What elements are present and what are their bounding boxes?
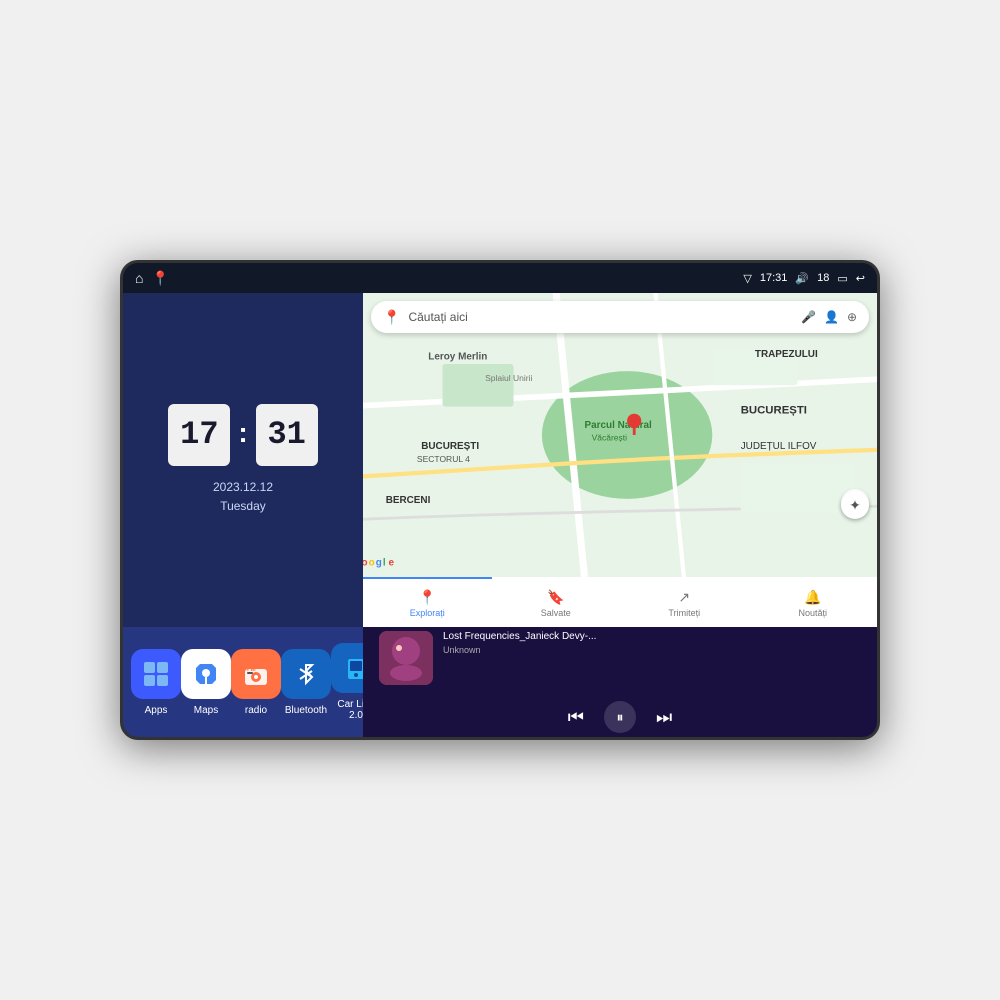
main-content: 17 : 31 2023.12.12 Tuesday 📍 Căutați aic…: [123, 293, 877, 627]
svg-text:TRAPEZULUI: TRAPEZULUI: [755, 349, 818, 360]
svg-text:BUCUREȘTI: BUCUREȘTI: [421, 441, 479, 452]
clock-minutes: 31: [256, 404, 318, 466]
apps-label: Apps: [145, 705, 168, 716]
app-item-radio[interactable]: FM radio: [231, 649, 281, 716]
svg-text:o: o: [369, 558, 375, 569]
svg-text:Leroy Merlin: Leroy Merlin: [428, 352, 487, 363]
map-nav-explore[interactable]: 📍 Explorați: [363, 577, 492, 627]
bluetooth-label: Bluetooth: [285, 705, 327, 716]
music-title: Lost Frequencies_Janieck Devy-...: [443, 631, 861, 642]
map-container[interactable]: 📍 Căutați aici 🎤 👤 ⊕: [363, 293, 877, 577]
battery-level: 18: [817, 272, 829, 284]
device-frame: ⌂ 📍 ▽ 17:31 🔊 18 ▭ ↩ 17 : 31: [120, 260, 880, 740]
prev-button[interactable]: ⏮: [562, 705, 590, 730]
clock-colon: :: [238, 417, 247, 449]
svg-text:g: g: [376, 558, 382, 569]
music-content: Lost Frequencies_Janieck Devy-... Unknow…: [379, 631, 861, 733]
svg-text:JUDEȚUL ILFOV: JUDEȚUL ILFOV: [741, 441, 817, 452]
svg-text:e: e: [389, 558, 395, 569]
svg-text:FM: FM: [247, 667, 256, 673]
map-nav-saved[interactable]: 🔖 Salvate: [492, 577, 621, 627]
svg-text:l: l: [383, 558, 386, 569]
volume-icon: 🔊: [795, 272, 809, 285]
clock-panel: 17 : 31 2023.12.12 Tuesday: [123, 293, 363, 627]
map-nav-send[interactable]: ↗ Trimiteți: [620, 577, 749, 627]
svg-text:BERCENI: BERCENI: [386, 495, 431, 506]
screen: ⌂ 📍 ▽ 17:31 🔊 18 ▭ ↩ 17 : 31: [123, 263, 877, 737]
map-visual: Leroy Merlin Parcul Natural Văcărești BU…: [363, 293, 877, 577]
home-icon[interactable]: ⌂: [135, 270, 143, 286]
clock-widget: 17 : 31: [168, 404, 317, 466]
date-info: 2023.12.12 Tuesday: [213, 478, 273, 516]
explore-label: Explorați: [410, 608, 445, 618]
send-label: Trimiteți: [668, 608, 700, 618]
time-display: 17:31: [760, 272, 788, 284]
bluetooth-icon: [281, 649, 331, 699]
saved-label: Salvate: [541, 608, 571, 618]
send-icon: ↗: [678, 589, 690, 606]
next-button[interactable]: ⏭: [650, 705, 678, 730]
app-item-apps[interactable]: Apps: [131, 649, 181, 716]
clock-hours: 17: [168, 404, 230, 466]
saved-icon: 🔖: [547, 589, 564, 606]
battery-icon: ▭: [837, 272, 847, 285]
maps-label: Maps: [194, 705, 218, 716]
apps-row: Apps Maps: [123, 627, 877, 737]
maps-nav-icon[interactable]: 📍: [151, 270, 168, 287]
status-right: ▽ 17:31 🔊 18 ▭ ↩: [743, 272, 865, 285]
music-info: Lost Frequencies_Janieck Devy-... Unknow…: [443, 631, 861, 685]
radio-icon: FM: [231, 649, 281, 699]
signal-icon: ▽: [743, 272, 751, 285]
status-left: ⌂ 📍: [135, 270, 169, 287]
app-item-maps[interactable]: Maps: [181, 649, 231, 716]
news-label: Noutăți: [798, 608, 827, 618]
app-item-bluetooth[interactable]: Bluetooth: [281, 649, 331, 716]
apps-icon: [131, 649, 181, 699]
map-voice-icon[interactable]: 🎤: [801, 310, 816, 324]
music-player: Lost Frequencies_Janieck Devy-... Unknow…: [363, 627, 877, 737]
map-pin-icon: 📍: [383, 309, 400, 326]
map-search-text[interactable]: Căutați aici: [408, 310, 793, 324]
map-search-bar[interactable]: 📍 Căutați aici 🎤 👤 ⊕: [371, 301, 869, 333]
map-panel: 📍 Căutați aici 🎤 👤 ⊕: [363, 293, 877, 627]
compass-button[interactable]: ✦: [841, 491, 869, 519]
radio-label: radio: [245, 705, 267, 716]
music-top: Lost Frequencies_Janieck Devy-... Unknow…: [379, 631, 861, 685]
svg-text:Parcul Natural: Parcul Natural: [585, 420, 653, 431]
clock-date: 2023.12.12: [213, 478, 273, 497]
music-album-art: [379, 631, 433, 685]
map-nav-news[interactable]: 🔔 Noutăți: [749, 577, 878, 627]
news-icon: 🔔: [804, 589, 821, 606]
svg-text:BUCUREȘTI: BUCUREȘTI: [741, 405, 807, 417]
svg-text:o: o: [363, 558, 368, 569]
svg-text:Văcărești: Văcărești: [592, 433, 628, 443]
svg-text:SECTORUL 4: SECTORUL 4: [417, 454, 470, 464]
music-controls: ⏮ ⏸ ⏭: [379, 701, 861, 733]
back-icon[interactable]: ↩: [856, 272, 865, 285]
map-layers-icon[interactable]: ⊕: [847, 310, 857, 324]
apps-left: Apps Maps: [123, 643, 363, 721]
music-artist: Unknown: [443, 645, 861, 655]
explore-icon: 📍: [419, 589, 436, 606]
map-bottom-nav: 📍 Explorați 🔖 Salvate ↗ Trimiteți 🔔 Nout…: [363, 577, 877, 627]
play-pause-button[interactable]: ⏸: [604, 701, 636, 733]
maps-app-icon: [181, 649, 231, 699]
clock-day: Tuesday: [213, 497, 273, 516]
map-account-icon[interactable]: 👤: [824, 310, 839, 324]
svg-text:Splaiul Unirii: Splaiul Unirii: [485, 373, 532, 383]
status-bar: ⌂ 📍 ▽ 17:31 🔊 18 ▭ ↩: [123, 263, 877, 293]
